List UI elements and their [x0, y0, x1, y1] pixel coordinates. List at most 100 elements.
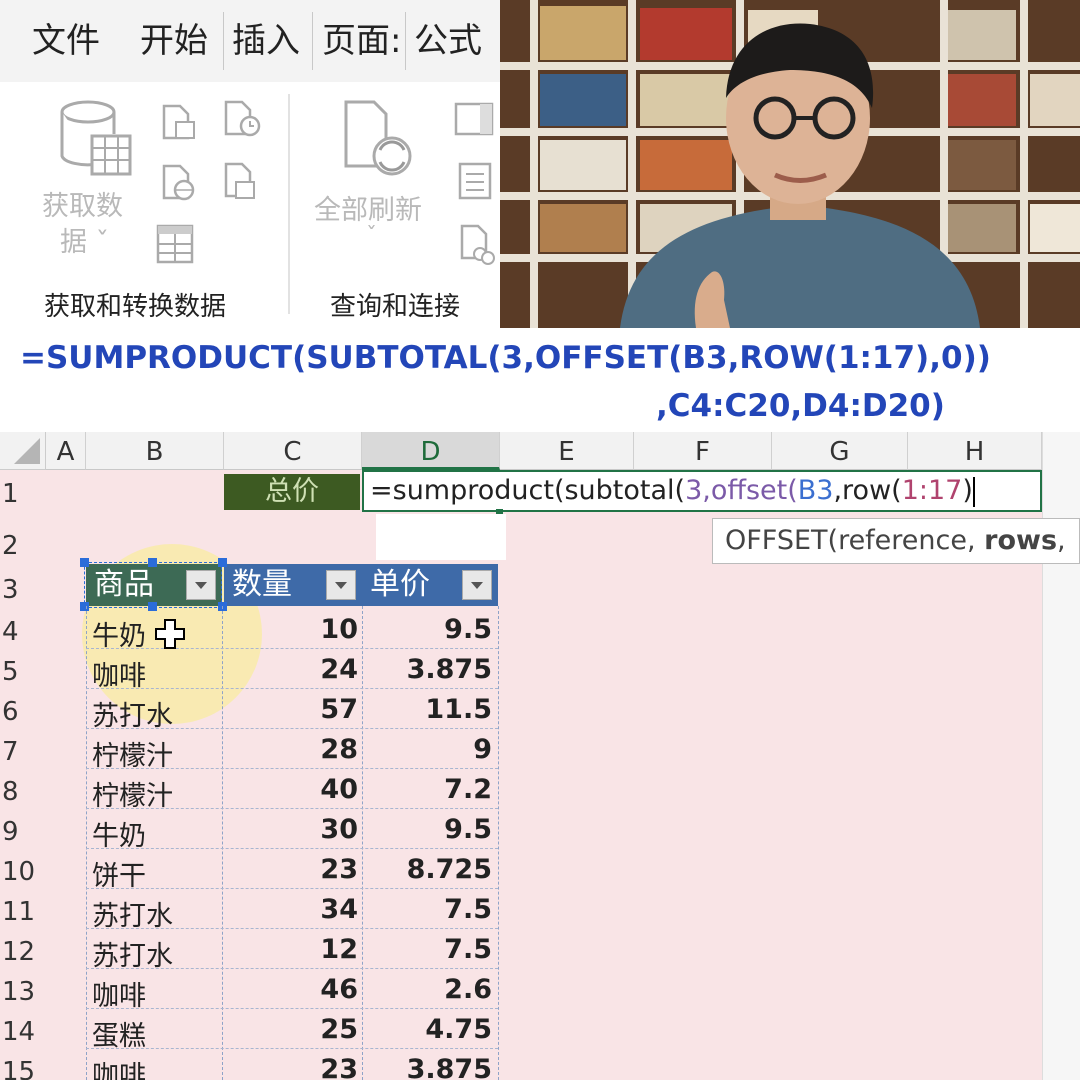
price-cell[interactable]: 7.5	[364, 934, 492, 965]
column-header-f[interactable]: F	[634, 432, 772, 470]
column-header-c[interactable]: C	[224, 432, 362, 470]
price-cell[interactable]: 9.5	[364, 814, 492, 845]
row-header[interactable]: 5	[0, 652, 46, 692]
filter-dropdown-icon[interactable]	[462, 570, 492, 600]
qty-cell[interactable]: 28	[226, 734, 358, 765]
qty-cell[interactable]: 12	[226, 934, 358, 965]
worksheet-grid[interactable]: A B C D E F G H 1 2 3 4 5 6 7 8 9 10 11 …	[0, 432, 1080, 1080]
item-cell[interactable]: 牛奶	[92, 614, 146, 653]
blank-cell[interactable]	[376, 514, 506, 560]
price-cell[interactable]: 3.875	[364, 654, 492, 685]
qty-cell[interactable]: 30	[226, 814, 358, 845]
price-cell[interactable]: 7.5	[364, 894, 492, 925]
row-header[interactable]: 10	[0, 852, 46, 892]
row-header[interactable]: 1	[0, 474, 46, 514]
qty-cell[interactable]: 23	[226, 854, 358, 885]
refresh-all-label[interactable]: 全部刷新	[314, 188, 422, 227]
edit-links-icon[interactable]	[458, 224, 496, 270]
price-cell[interactable]: 9.5	[364, 614, 492, 645]
active-cell-editor[interactable]: =sumproduct(subtotal(3,offset(B3,row(1:1…	[362, 470, 1042, 512]
tab-insert[interactable]: 插入	[232, 0, 300, 82]
tooltip-rest: ,	[1057, 525, 1066, 556]
tab-formulas[interactable]: 公式	[414, 0, 482, 82]
item-cell[interactable]: 牛奶	[92, 814, 146, 853]
total-price-label-cell[interactable]: 总价	[224, 474, 360, 510]
existing-connections-icon[interactable]	[222, 162, 262, 206]
table-row-line	[86, 848, 498, 849]
move-cursor-icon	[154, 618, 186, 654]
price-cell[interactable]: 9	[364, 734, 492, 765]
row-header[interactable]: 12	[0, 932, 46, 972]
qty-cell[interactable]: 10	[226, 614, 358, 645]
function-tooltip: OFFSET(reference, rows,	[712, 518, 1080, 564]
price-cell[interactable]: 11.5	[364, 694, 492, 725]
refresh-all-dropdown[interactable]: ˇ	[366, 224, 377, 249]
row-header[interactable]: 7	[0, 732, 46, 772]
column-header-h[interactable]: H	[908, 432, 1042, 470]
group-label-get-transform: 获取和转换数据	[44, 292, 227, 322]
row-header[interactable]: 3	[0, 570, 46, 610]
from-text-icon[interactable]	[160, 104, 196, 144]
from-web-icon[interactable]	[160, 164, 196, 206]
tab-file[interactable]: 文件	[32, 0, 100, 82]
table-border	[498, 606, 499, 1080]
item-cell[interactable]: 咖啡	[92, 654, 146, 693]
item-cell[interactable]: 苏打水	[92, 694, 173, 733]
column-header-d[interactable]: D	[362, 432, 500, 470]
item-cell[interactable]: 饼干	[92, 854, 146, 893]
row-header[interactable]: 4	[0, 612, 46, 652]
price-cell[interactable]: 2.6	[364, 974, 492, 1005]
table-header-qty[interactable]: 数量	[224, 564, 362, 606]
table-row-line	[86, 648, 498, 649]
properties-icon[interactable]	[458, 162, 492, 204]
database-icon[interactable]	[58, 100, 134, 180]
item-cell[interactable]: 咖啡	[92, 1054, 146, 1080]
column-header-a[interactable]: A	[46, 432, 86, 470]
row-header[interactable]: 14	[0, 1012, 46, 1052]
qty-cell[interactable]: 57	[226, 694, 358, 725]
item-cell[interactable]: 蛋糕	[92, 1014, 146, 1053]
selection-handle[interactable]	[148, 558, 157, 567]
price-cell[interactable]: 3.875	[364, 1054, 492, 1080]
row-header[interactable]: 8	[0, 772, 46, 812]
item-cell[interactable]: 柠檬汁	[92, 774, 173, 813]
row-header[interactable]: 6	[0, 692, 46, 732]
selection-handle[interactable]	[80, 602, 89, 611]
selection-handle[interactable]	[148, 602, 157, 611]
row-header[interactable]: 2	[0, 526, 46, 566]
select-all-corner[interactable]	[0, 432, 46, 470]
qty-cell[interactable]: 23	[226, 1054, 358, 1080]
get-data-label[interactable]: 获取数	[42, 184, 123, 223]
tab-home[interactable]: 开始	[140, 0, 208, 82]
price-cell[interactable]: 4.75	[364, 1014, 492, 1045]
column-header-b[interactable]: B	[86, 432, 224, 470]
from-table-icon[interactable]	[156, 224, 196, 270]
qty-cell[interactable]: 40	[226, 774, 358, 805]
qty-cell[interactable]: 34	[226, 894, 358, 925]
item-cell[interactable]: 柠檬汁	[92, 734, 173, 773]
recent-sources-icon[interactable]	[222, 100, 262, 142]
qty-cell[interactable]: 25	[226, 1014, 358, 1045]
price-cell[interactable]: 8.725	[364, 854, 492, 885]
row-header[interactable]: 13	[0, 972, 46, 1012]
selection-handle[interactable]	[218, 558, 227, 567]
row-header[interactable]: 9	[0, 812, 46, 852]
queries-pane-icon[interactable]	[454, 102, 494, 142]
column-header-e[interactable]: E	[500, 432, 634, 470]
column-header-g[interactable]: G	[772, 432, 908, 470]
formula-ref-b3: B3	[797, 475, 834, 506]
qty-cell[interactable]: 46	[226, 974, 358, 1005]
row-header[interactable]: 11	[0, 892, 46, 932]
item-cell[interactable]: 苏打水	[92, 894, 173, 933]
table-header-price[interactable]: 单价	[362, 564, 498, 606]
tab-page-layout[interactable]: 页面:	[322, 0, 401, 82]
item-cell[interactable]: 苏打水	[92, 934, 173, 973]
refresh-all-icon[interactable]	[340, 100, 420, 188]
item-cell[interactable]: 咖啡	[92, 974, 146, 1013]
price-cell[interactable]: 7.2	[364, 774, 492, 805]
selection-handle[interactable]	[80, 558, 89, 567]
qty-cell[interactable]: 24	[226, 654, 358, 685]
filter-dropdown-icon[interactable]	[326, 570, 356, 600]
get-data-label-line2[interactable]: 据 ˇ	[60, 220, 109, 259]
row-header[interactable]: 15	[0, 1052, 46, 1080]
